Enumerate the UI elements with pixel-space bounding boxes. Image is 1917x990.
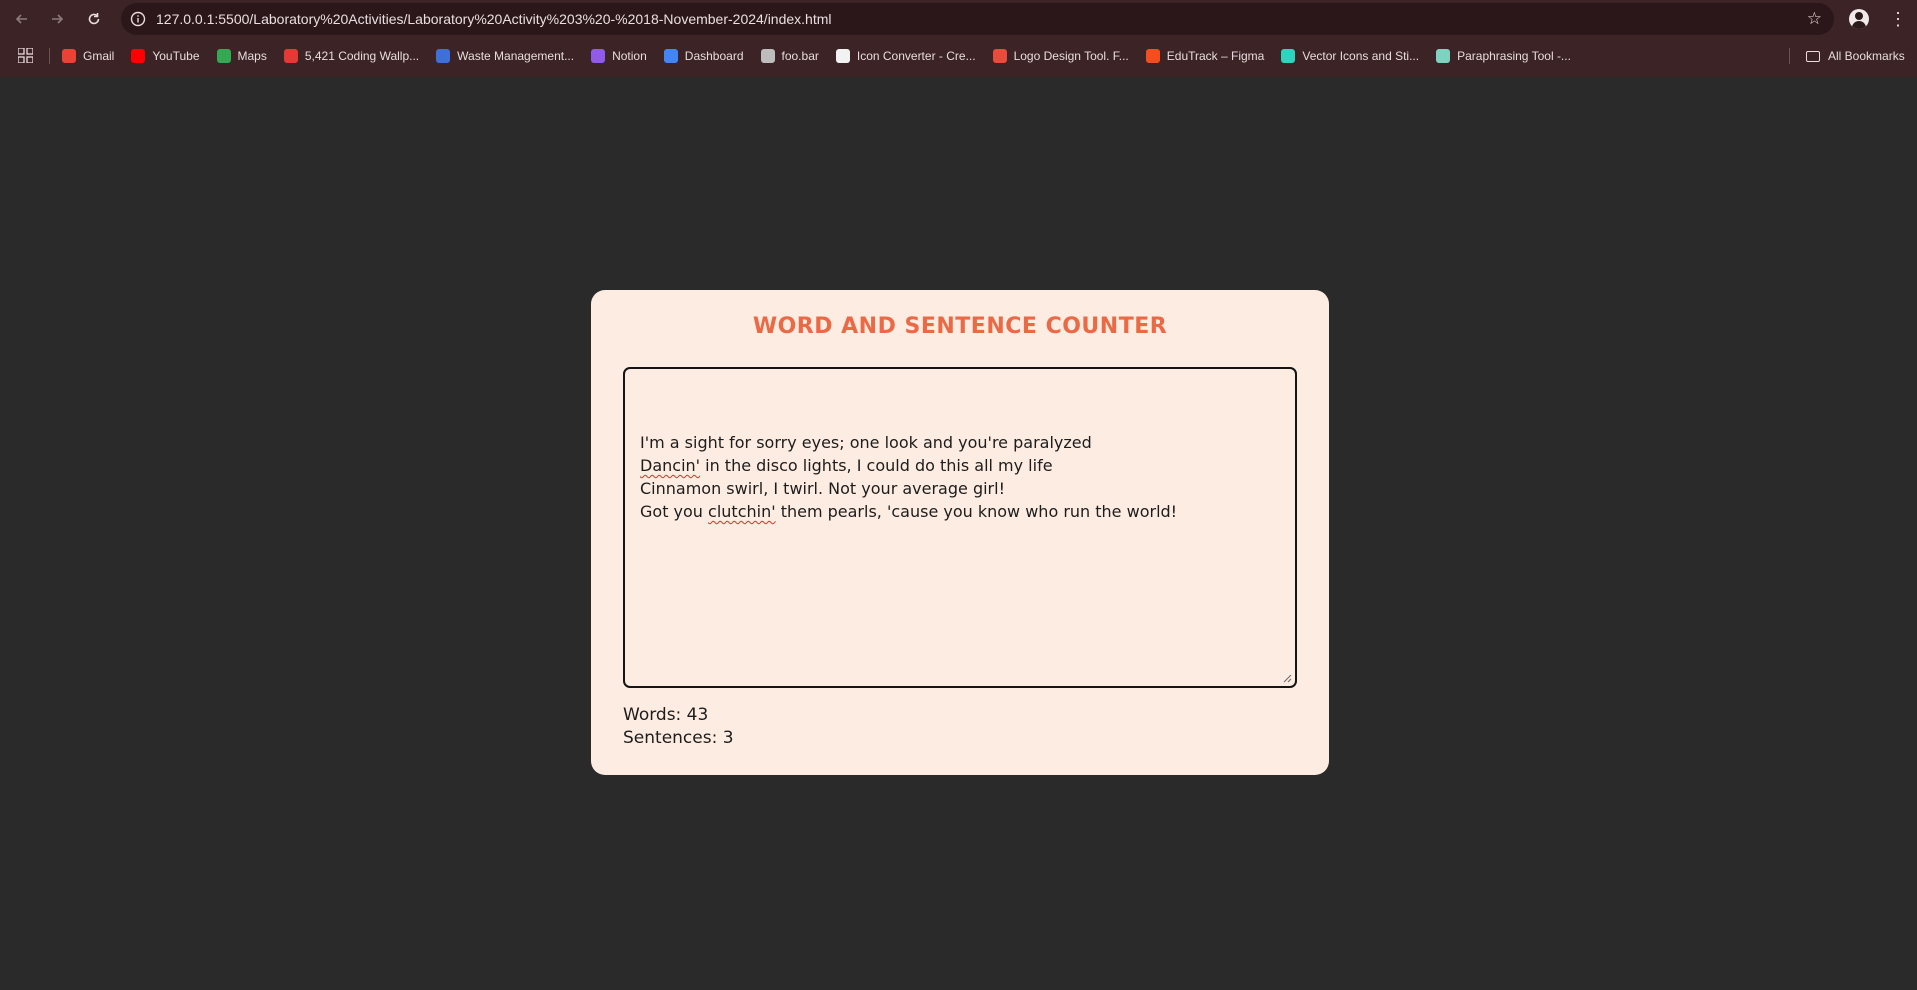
spellcheck-flagged-word: clutchin' [708, 502, 776, 521]
text-segment: Got you [640, 502, 709, 521]
paraphrase-icon [1436, 49, 1451, 63]
spellcheck-flagged-word: Dancin' [640, 456, 701, 475]
reload-button[interactable] [82, 7, 106, 31]
bookmark-item[interactable]: Dashboard [663, 49, 744, 63]
bookmark-item[interactable]: 5,421 Coding Wallp... [283, 49, 420, 63]
text-segment: I'm a sight for sorry eyes; one look and… [640, 433, 1092, 452]
bookmark-label: YouTube [152, 49, 200, 63]
browser-toolbar: 127.0.0.1:5500/Laboratory%20Activities/L… [0, 0, 1917, 38]
bookmark-item[interactable]: Notion [591, 49, 647, 63]
globe-icon [760, 49, 775, 63]
figma-icon [1145, 49, 1160, 63]
stats-panel: Words: 43 Sentences: 3 [623, 704, 734, 750]
url-text[interactable]: 127.0.0.1:5500/Laboratory%20Activities/L… [156, 11, 832, 27]
counter-card: WORD AND SENTENCE COUNTER I'm a sight fo… [591, 290, 1329, 775]
bookmark-label: Paraphrasing Tool -... [1457, 49, 1571, 63]
dashboard-icon [663, 49, 678, 63]
browser-chrome: 127.0.0.1:5500/Laboratory%20Activities/L… [0, 0, 1917, 77]
bookmark-item[interactable]: Gmail [62, 49, 114, 63]
maps-icon [216, 49, 231, 63]
bookmark-item[interactable]: Paraphrasing Tool -... [1436, 49, 1571, 63]
page-title: WORD AND SENTENCE COUNTER [752, 314, 1168, 339]
bookmarks-bar: Gmail YouTube Maps 5,421 Coding Wallp... Was… [0, 42, 1917, 70]
logo-tool-icon [992, 49, 1007, 63]
text-line: Dancin' in the disco lights, I could do … [640, 454, 1280, 477]
all-bookmarks-button[interactable]: All Bookmarks [1806, 42, 1905, 70]
vector-icon [1281, 49, 1296, 63]
bookmark-label: Gmail [83, 49, 115, 63]
bookmark-label: Dashboard [684, 49, 744, 63]
bookmarks-divider [1789, 48, 1790, 64]
arrow-left-icon [15, 14, 27, 24]
bookmark-item[interactable]: Waste Management... [436, 49, 574, 63]
bookmark-label: foo.bar [781, 49, 819, 63]
youtube-icon [131, 49, 146, 63]
waste-icon [436, 49, 451, 63]
address-bar[interactable]: 127.0.0.1:5500/Laboratory%20Activities/L… [121, 3, 1834, 35]
bookmark-label: Maps [237, 49, 267, 63]
sentence-count: Sentences: 3 [623, 728, 734, 748]
arrow-right-icon [52, 14, 64, 24]
bookmark-item[interactable]: Icon Converter - Cre... [835, 49, 976, 63]
bookmarks-divider [49, 48, 50, 64]
bookmark-label: EduTrack – Figma [1166, 49, 1265, 63]
bookmark-label: Waste Management... [457, 49, 575, 63]
gmail-icon [62, 49, 76, 63]
bookmark-item[interactable]: Logo Design Tool. F... [992, 49, 1129, 63]
all-bookmarks-label: All Bookmarks [1828, 49, 1905, 63]
bookmark-label: Logo Design Tool. F... [1013, 49, 1129, 63]
bookmark-item[interactable]: Maps [216, 49, 267, 63]
text-line: I'm a sight for sorry eyes; one look and… [640, 431, 1280, 454]
text-line: Cinnamon swirl, I twirl. Not your averag… [640, 477, 1280, 500]
wallpaper-icon [283, 49, 298, 63]
profile-avatar[interactable] [1849, 9, 1869, 29]
text-segment: them pearls, 'cause you know who run the… [775, 502, 1178, 521]
bookmark-item[interactable]: Vector Icons and Sti... [1281, 49, 1419, 63]
bookmark-label: Vector Icons and Sti... [1302, 49, 1420, 63]
text-line: Got you clutchin' them pearls, 'cause yo… [640, 500, 1280, 523]
bookmark-list: Gmail YouTube Maps 5,421 Coding Wallp... Was… [62, 42, 1588, 70]
reload-icon [88, 13, 100, 25]
text-segment: Cinnamon swirl, I twirl. Not your averag… [640, 479, 1005, 498]
word-count: Words: 43 [623, 705, 709, 725]
star-icon[interactable]: ☆ [1807, 9, 1822, 29]
folder-icon [1806, 50, 1820, 62]
bookmark-item[interactable]: foo.bar [760, 49, 819, 63]
info-icon[interactable] [129, 10, 147, 28]
forward-button[interactable] [45, 7, 69, 31]
apps-grid-icon[interactable] [18, 48, 33, 63]
converter-icon [835, 49, 850, 63]
text-segment: in the disco lights, I could do this all… [700, 456, 1053, 475]
bookmark-item[interactable]: EduTrack – Figma [1145, 49, 1265, 63]
bookmark-label: Notion [612, 49, 647, 63]
kebab-menu-icon[interactable]: ⋮ [1888, 7, 1908, 31]
bookmark-item[interactable]: YouTube [131, 49, 200, 63]
text-input-area[interactable]: I'm a sight for sorry eyes; one look and… [623, 367, 1297, 688]
notion-icon [591, 49, 606, 63]
bookmark-label: Icon Converter - Cre... [856, 49, 976, 63]
back-button[interactable] [10, 7, 34, 31]
bookmark-label: 5,421 Coding Wallp... [304, 49, 420, 63]
resize-handle-icon[interactable] [1283, 674, 1292, 683]
